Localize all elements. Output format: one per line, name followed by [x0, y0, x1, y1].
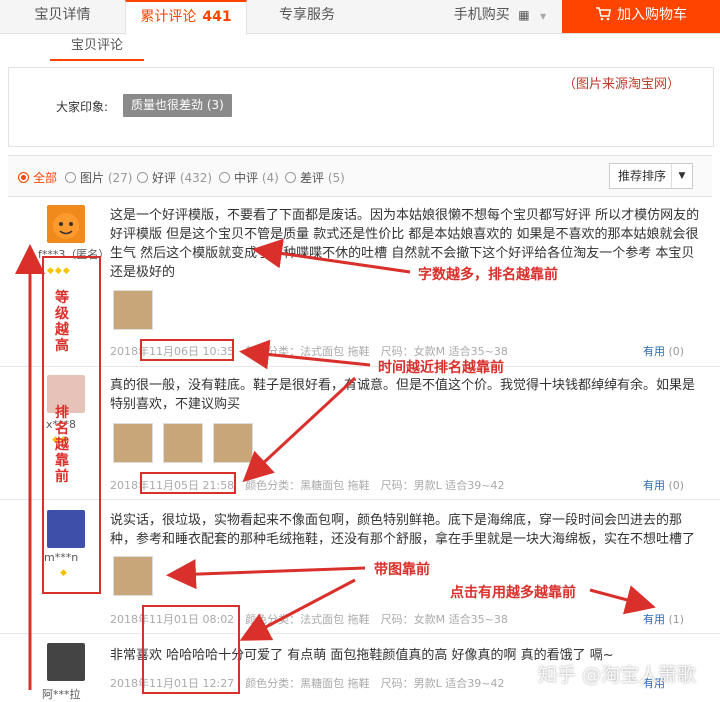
- highlight-box-date: [140, 339, 234, 361]
- mobile-buy-link[interactable]: 手机购买 ▦ ▼: [440, 0, 560, 33]
- useful-button[interactable]: 有用 (0): [643, 477, 684, 493]
- filter-all[interactable]: 全部: [18, 169, 57, 186]
- annotation-useful: 点击有用越多越靠前: [450, 585, 576, 601]
- sort-label: 推荐排序: [618, 169, 667, 183]
- cart-icon: [596, 7, 611, 21]
- zhihu-watermark: 知乎 @淘宝人萧歌: [538, 664, 697, 686]
- filter-count: (432): [179, 171, 213, 185]
- chevron-down-icon: ▼: [540, 12, 547, 21]
- qrcode-icon: ▦: [518, 8, 530, 22]
- review-photo[interactable]: [113, 423, 153, 463]
- reviews-count: 441: [202, 9, 232, 25]
- review-spec: 颜色分类：黑糖面包 拖鞋 尺码：男款L 适合39~42: [245, 479, 505, 492]
- annotation-rank: 排名越靠前: [55, 405, 69, 485]
- annotation-with-image: 带图靠前: [374, 562, 430, 578]
- filter-label: 图片: [80, 171, 105, 185]
- review-text: 真的很一般，没有鞋底。鞋子是很好看，有诚意。但是不值这个价。我觉得十块钱都绰绰有…: [110, 378, 696, 412]
- review-text: 说实话，很垃圾，实物看起来不像面包啊，颜色特别鲜艳。底下是海绵底，穿一段时间会凹…: [110, 513, 696, 547]
- sort-dropdown[interactable]: 推荐排序 ▼: [609, 163, 693, 189]
- mobile-buy-label: 手机购买: [453, 7, 510, 23]
- useful-button[interactable]: 有用 (0): [643, 343, 684, 359]
- radio-icon: [18, 172, 29, 183]
- impression-label: 大家印象:: [56, 100, 109, 114]
- useful-count: (1): [668, 613, 685, 626]
- highlight-box-date: [142, 605, 240, 694]
- filter-positive[interactable]: 好评 (432): [137, 169, 212, 186]
- sub-tab-reviews[interactable]: 宝贝评论: [50, 33, 144, 61]
- impression-tag[interactable]: 质量也很差劲 (3): [123, 94, 232, 117]
- annotation-level: 等级越高: [55, 290, 69, 354]
- review-photo[interactable]: [163, 423, 203, 463]
- useful-label: 有用: [643, 345, 665, 358]
- avatar: [47, 643, 85, 681]
- useful-count: (0): [668, 479, 685, 492]
- cart-label: 加入购物车: [617, 7, 687, 23]
- filter-label: 全部: [33, 171, 58, 185]
- avatar-face-icon: [53, 213, 79, 239]
- add-to-cart-button[interactable]: 加入购物车: [562, 0, 720, 33]
- review-text: 这是一个好评模版，不要看了下面都是废话。因为本姑娘很懒不想每个宝贝都写好评 所以…: [110, 208, 700, 280]
- radio-icon: [137, 172, 148, 183]
- review-photo[interactable]: [213, 423, 253, 463]
- tab-service[interactable]: 专享服务: [247, 0, 367, 33]
- tab-label: 宝贝详情: [34, 7, 91, 23]
- filter-count: (5): [327, 171, 345, 185]
- filter-images[interactable]: 图片 (27): [65, 169, 132, 186]
- review-spec: 颜色分类：法式面包 拖鞋 尺码：女款M 适合35~38: [245, 613, 508, 626]
- radio-icon: [219, 172, 230, 183]
- filter-label: 中评: [234, 171, 259, 185]
- filter-count: (27): [107, 171, 133, 185]
- highlight-box-date: [140, 472, 236, 494]
- filter-count: (4): [261, 171, 279, 185]
- useful-label: 有用: [643, 613, 665, 626]
- chevron-down-icon: ▼: [671, 164, 692, 188]
- filter-label: 差评: [300, 171, 325, 185]
- username: 阿***拉: [42, 688, 81, 701]
- tab-reviews[interactable]: 累计评论 441: [125, 0, 247, 35]
- radio-icon: [285, 172, 296, 183]
- review-spec: 颜色分类：黑糖面包 拖鞋 尺码：男款L 适合39~42: [245, 677, 505, 690]
- tab-item-detail[interactable]: 宝贝详情: [0, 0, 125, 33]
- avatar: [47, 205, 85, 243]
- useful-button[interactable]: 有用 (1): [643, 611, 684, 627]
- review-photo[interactable]: [113, 290, 153, 330]
- annotation-time: 时间越近排名越靠前: [378, 360, 504, 376]
- useful-count: (0): [668, 345, 685, 358]
- filter-negative[interactable]: 差评 (5): [285, 169, 345, 186]
- filter-neutral[interactable]: 中评 (4): [219, 169, 279, 186]
- useful-label: 有用: [643, 479, 665, 492]
- tab-label: 累计评论: [140, 9, 197, 25]
- filter-label: 好评: [152, 171, 177, 185]
- annotation-word-count: 字数越多，排名越靠前: [418, 267, 558, 283]
- tab-label: 专享服务: [279, 7, 335, 23]
- review-photo[interactable]: [113, 556, 153, 596]
- radio-icon: [65, 172, 76, 183]
- image-source-note: （图片来源淘宝网）: [563, 77, 681, 92]
